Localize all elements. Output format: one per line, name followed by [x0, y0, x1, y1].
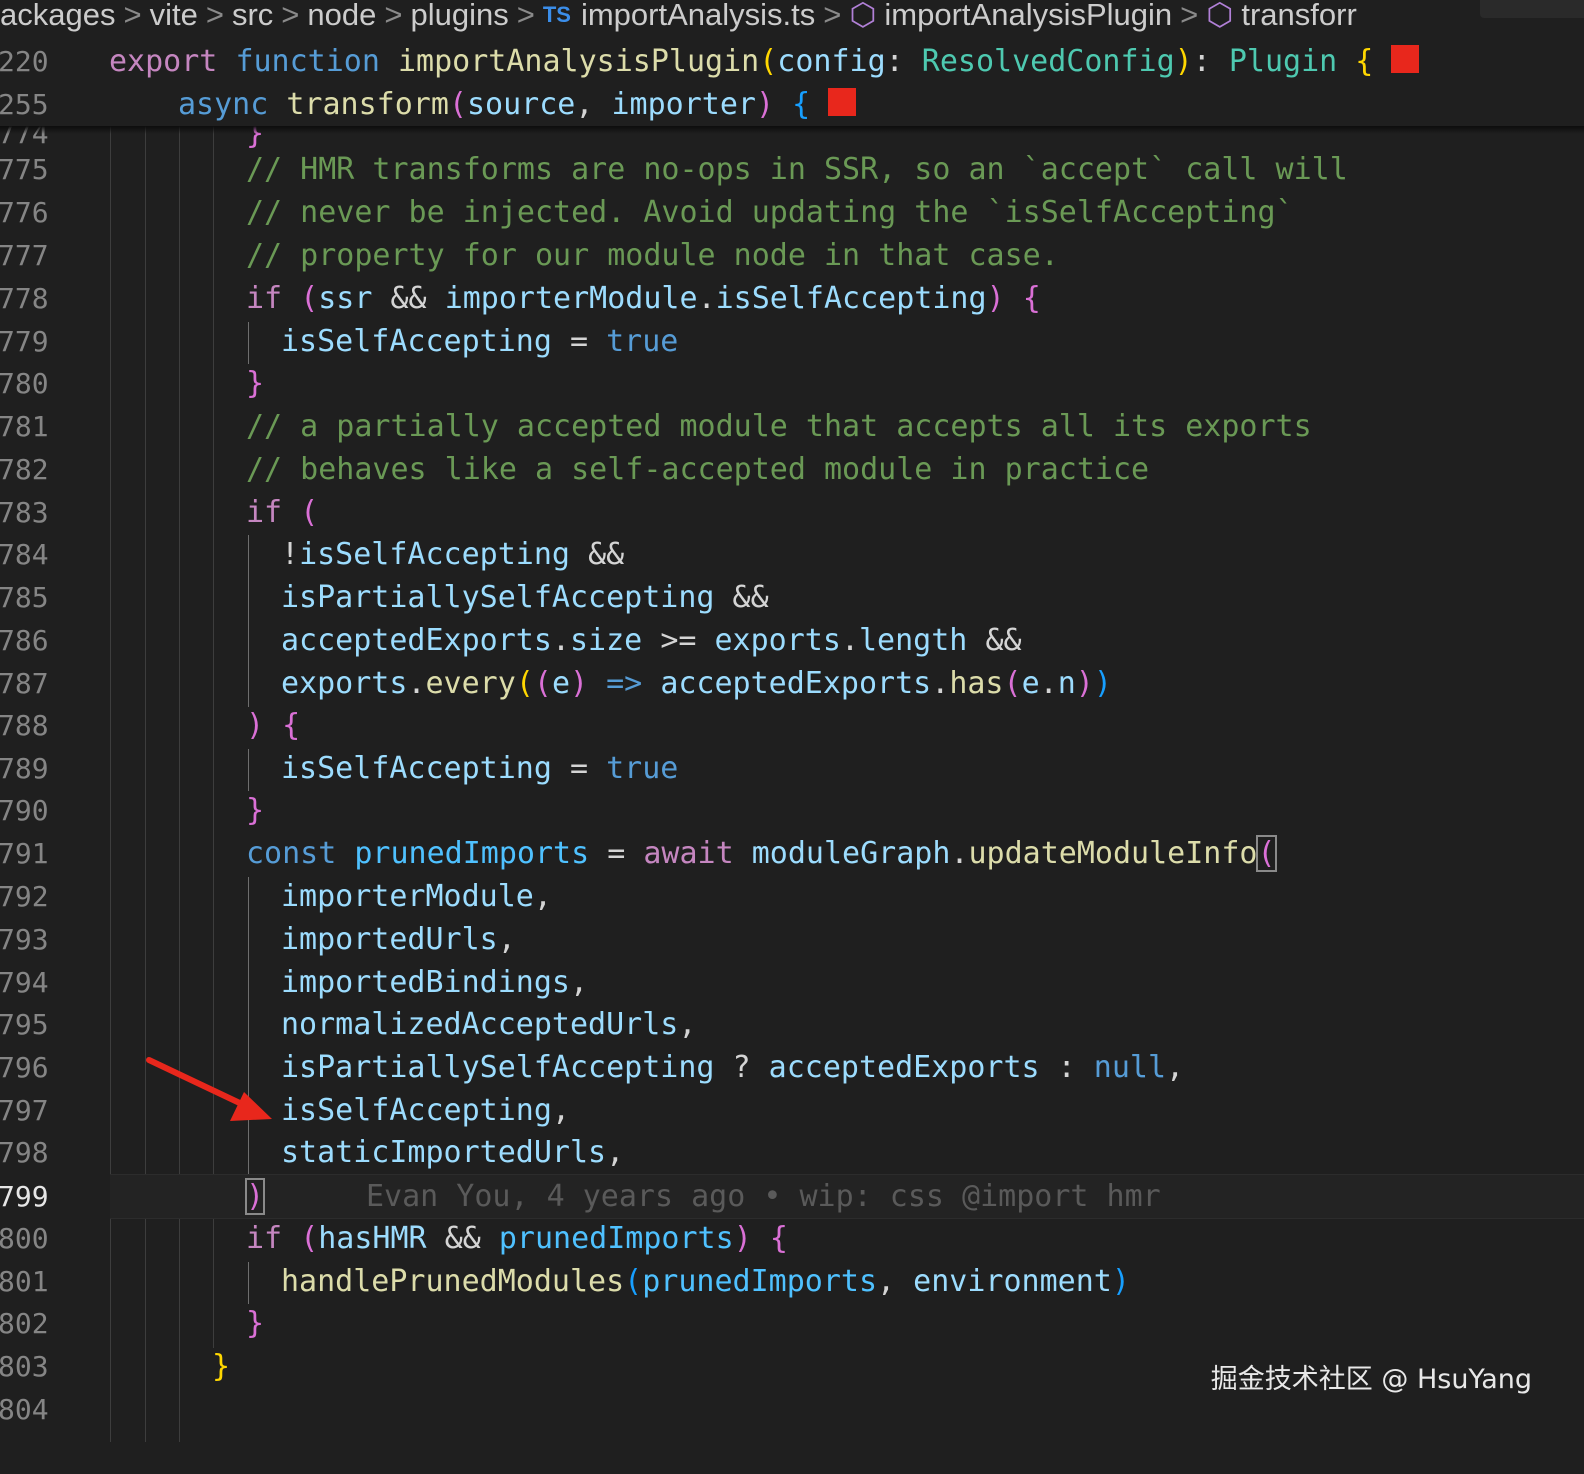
annotation-arrow-icon — [146, 1057, 272, 1121]
